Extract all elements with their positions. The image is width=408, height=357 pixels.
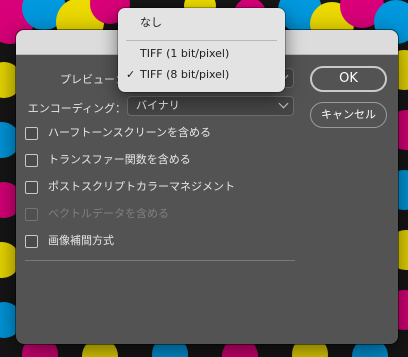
color-management-label: ポストスクリプトカラーマネジメント: [48, 180, 235, 193]
vector-data-label: ベクトルデータを含める: [48, 207, 169, 220]
encoding-label: エンコーディング：: [27, 102, 126, 115]
transfer-checkbox[interactable]: [25, 154, 38, 167]
option-postscript-color-management[interactable]: ポストスクリプトカラーマネジメント: [25, 180, 285, 196]
halftone-checkbox[interactable]: [25, 127, 38, 140]
vector-data-checkbox: [25, 208, 38, 221]
option-image-interpolation[interactable]: 画像補間方式: [25, 234, 285, 250]
preview-dropdown-menu: なし TIFF (1 bit/pixel) ✓ TIFF (8 bit/pixe…: [118, 8, 285, 92]
transfer-label: トランスファー関数を含める: [48, 153, 191, 166]
ok-button[interactable]: OK: [310, 66, 387, 92]
menu-item-label: TIFF (1 bit/pixel): [140, 47, 230, 60]
menu-item-label: なし: [140, 16, 162, 29]
menu-item-label: TIFF (8 bit/pixel): [140, 68, 230, 81]
menu-item-none[interactable]: なし: [118, 15, 285, 31]
menu-item-tiff-8bit[interactable]: ✓ TIFF (8 bit/pixel): [118, 67, 285, 83]
cancel-button[interactable]: キャンセル: [310, 102, 387, 128]
option-halftone-screen[interactable]: ハーフトーンスクリーンを含める: [25, 126, 285, 142]
interpolation-label: 画像補間方式: [48, 234, 114, 247]
divider: [25, 260, 295, 261]
encoding-selected-value: バイナリ: [136, 99, 180, 112]
option-transfer-function[interactable]: トランスファー関数を含める: [25, 153, 285, 169]
menu-item-tiff-1bit[interactable]: TIFF (1 bit/pixel): [118, 46, 285, 62]
preview-label: プレビュー：: [60, 73, 126, 86]
option-vector-data: ベクトルデータを含める: [25, 207, 285, 223]
menu-separator: [126, 40, 277, 41]
color-management-checkbox[interactable]: [25, 181, 38, 194]
chevron-down-icon: [278, 98, 289, 109]
interpolation-checkbox[interactable]: [25, 235, 38, 248]
halftone-label: ハーフトーンスクリーンを含める: [48, 126, 212, 139]
encoding-select[interactable]: バイナリ: [127, 96, 294, 116]
checkmark-icon: ✓: [126, 68, 136, 81]
